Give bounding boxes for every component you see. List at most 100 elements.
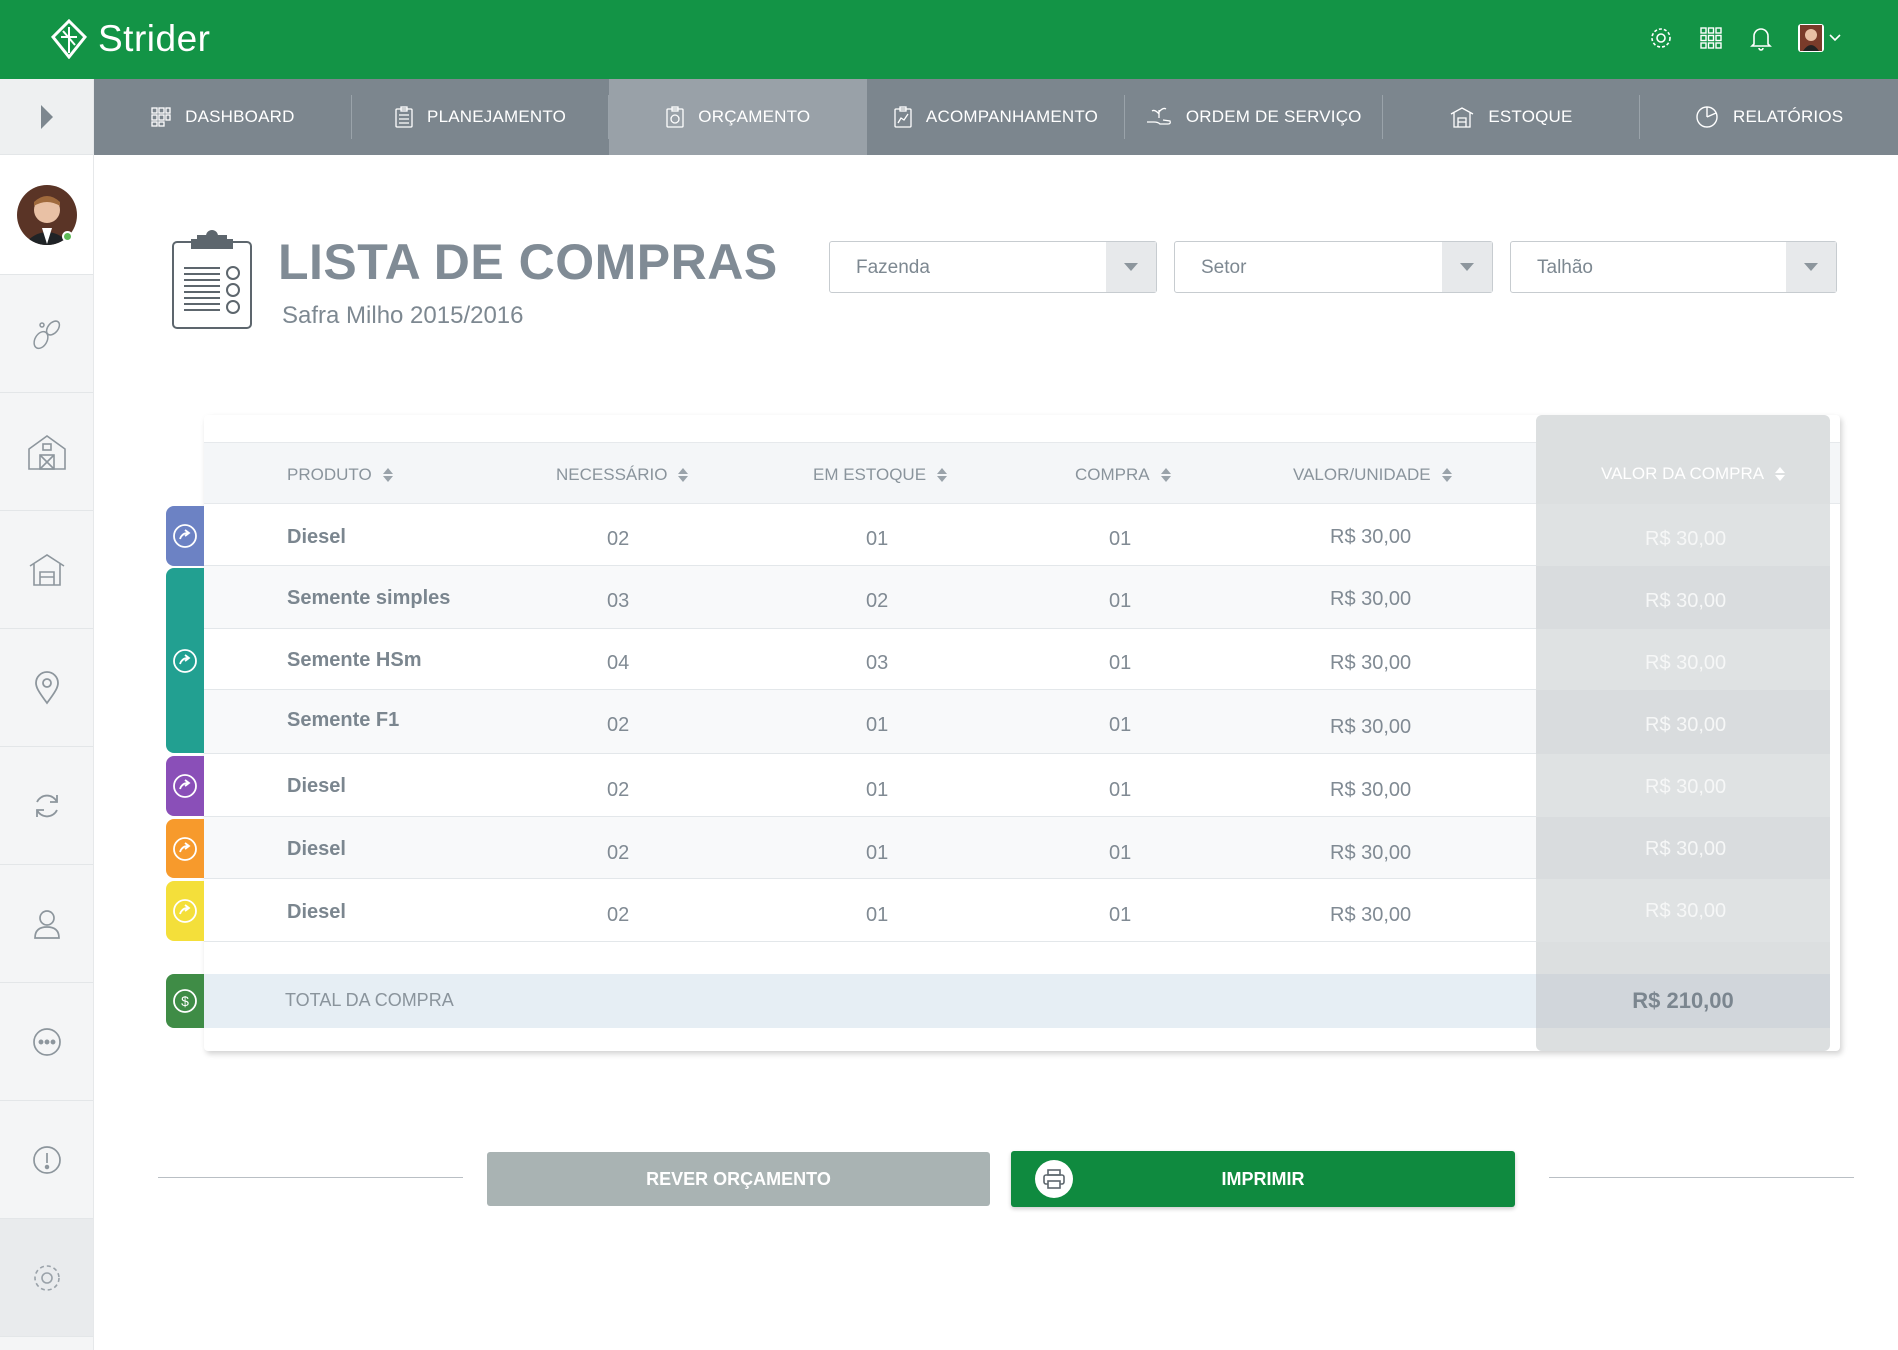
select-value: Talhão	[1537, 257, 1593, 278]
cell-valor-compra: R$ 30,00	[1645, 900, 1727, 922]
divider-left	[158, 1177, 463, 1178]
cell-valor-unidade: R$ 30,00	[1330, 716, 1412, 738]
tab-estoque[interactable]: ESTOQUE	[1383, 79, 1641, 155]
tab-label: ESTOQUE	[1488, 107, 1573, 126]
tab-orcamento[interactable]: ORÇAMENTO	[609, 79, 868, 155]
table-row[interactable]: Diesel 02 01 01 R$ 30,00	[204, 817, 1536, 879]
fazenda-select[interactable]: Fazenda	[829, 241, 1157, 293]
table-row[interactable]: Diesel 02 01 01 R$ 30,00	[204, 504, 1536, 566]
cell-estoque: 01	[866, 779, 889, 801]
total-tag: $	[166, 974, 204, 1028]
table-row[interactable]: Diesel 02 01 01 R$ 30,00	[204, 754, 1536, 817]
cell-produto: Semente F1	[287, 709, 400, 731]
tab-label: PLANEJAMENTO	[427, 107, 567, 126]
col-valor-compra[interactable]: VALOR DA COMPRA	[1601, 464, 1786, 484]
bell-icon[interactable]	[1748, 25, 1774, 51]
user-icon	[33, 909, 60, 939]
sidebar-item-user[interactable]	[0, 865, 93, 983]
tab-planejamento[interactable]: PLANEJAMENTO	[352, 79, 610, 155]
group-tag[interactable]	[166, 819, 204, 878]
info-icon	[32, 1145, 61, 1174]
tab-relatorios[interactable]: RELATÓRIOS	[1640, 79, 1898, 155]
sidebar-item-more[interactable]	[0, 983, 93, 1101]
group-tag[interactable]	[166, 506, 204, 566]
select-value: Setor	[1201, 257, 1247, 278]
chevron-right-icon	[40, 104, 53, 129]
sidebar	[0, 79, 94, 1350]
top-bar: Strider	[0, 0, 1898, 79]
clipboard-icon	[395, 106, 413, 128]
cell-valor-unidade: R$ 30,00	[1330, 779, 1412, 801]
cell-valor-unidade: R$ 30,00	[1330, 526, 1412, 548]
cell-estoque: 01	[866, 528, 889, 550]
tab-acompanhamento[interactable]: ACOMPANHAMENTO	[867, 79, 1125, 155]
brand-logo[interactable]: Strider	[50, 18, 210, 60]
group-tag[interactable]	[166, 881, 204, 941]
chart-clipboard-icon	[894, 106, 912, 128]
col-necessario[interactable]: NECESSÁRIO	[556, 465, 689, 485]
storage-icon	[29, 553, 64, 586]
sort-icon	[382, 468, 393, 482]
print-button[interactable]: IMPRIMIR	[1011, 1151, 1515, 1207]
sidebar-item-settings[interactable]	[0, 1219, 93, 1337]
review-budget-button[interactable]: REVER ORÇAMENTO	[487, 1152, 990, 1206]
user-avatar	[1798, 24, 1824, 52]
settings-icon[interactable]	[1648, 25, 1674, 51]
cell-produto: Diesel	[287, 838, 346, 860]
tab-label: ACOMPANHAMENTO	[925, 107, 1099, 126]
sidebar-item-location[interactable]	[0, 629, 93, 747]
col-produto[interactable]: PRODUTO	[287, 465, 394, 485]
pie-chart-icon	[1696, 106, 1718, 128]
col-em-estoque[interactable]: EM ESTOQUE	[813, 465, 948, 485]
col-label: EM ESTOQUE	[813, 465, 927, 484]
printer-icon	[1035, 1160, 1073, 1198]
sort-icon	[1160, 468, 1171, 482]
talhao-select[interactable]: Talhão	[1510, 241, 1837, 293]
expand-icon	[173, 899, 197, 923]
dashboard-icon	[151, 107, 171, 127]
sidebar-item-sync[interactable]	[0, 747, 93, 865]
sidebar-item-info[interactable]	[0, 1101, 93, 1219]
col-label: COMPRA	[1075, 465, 1150, 484]
cell-valor-unidade: R$ 30,00	[1330, 652, 1412, 674]
col-compra[interactable]: COMPRA	[1075, 465, 1172, 485]
cell-compra: 01	[1109, 842, 1132, 864]
col-label: VALOR DA COMPRA	[1601, 464, 1765, 483]
cell-necessario: 02	[607, 904, 630, 926]
cell-valor-compra: R$ 30,00	[1645, 714, 1727, 736]
tab-label: RELATÓRIOS	[1733, 107, 1844, 126]
cell-valor-unidade: R$ 30,00	[1330, 588, 1412, 610]
sidebar-item-seeds[interactable]	[0, 275, 93, 393]
tab-ordem-servico[interactable]: ORDEM DE SERVIÇO	[1125, 79, 1383, 155]
group-tag[interactable]	[166, 568, 204, 753]
sidebar-item-barn[interactable]	[0, 393, 93, 511]
cell-valor-unidade: R$ 30,00	[1330, 904, 1412, 926]
cell-produto: Diesel	[287, 901, 346, 923]
table-row[interactable]: Semente HSm 04 03 01 R$ 30,00	[204, 629, 1536, 690]
sidebar-user[interactable]	[0, 155, 93, 275]
table-row[interactable]: Semente simples 03 02 01 R$ 30,00	[204, 566, 1536, 629]
col-valor-unidade[interactable]: VALOR/UNIDADE	[1293, 465, 1453, 485]
print-label: IMPRIMIR	[1221, 1168, 1305, 1189]
table-row[interactable]: Diesel 02 01 01 R$ 30,00	[204, 879, 1536, 942]
cell-estoque: 03	[866, 652, 889, 674]
cell-necessario: 03	[607, 590, 630, 612]
apps-grid-icon[interactable]	[1698, 25, 1724, 51]
tab-label: ORÇAMENTO	[698, 107, 811, 126]
warehouse-icon	[1451, 107, 1474, 128]
group-tag[interactable]	[166, 756, 204, 816]
sidebar-item-storage[interactable]	[0, 511, 93, 629]
settings-icon	[33, 1264, 60, 1291]
page-subtitle: Safra Milho 2015/2016	[282, 302, 524, 329]
sort-icon	[678, 468, 689, 482]
setor-select[interactable]: Setor	[1174, 241, 1493, 293]
cell-valor-compra: R$ 30,00	[1645, 652, 1727, 674]
chevron-down-icon	[1786, 242, 1836, 292]
table-row[interactable]: Semente F1 02 01 01 R$ 30,00	[204, 690, 1536, 754]
tab-dashboard[interactable]: DASHBOARD	[94, 79, 352, 155]
cell-valor-compra: R$ 30,00	[1645, 528, 1727, 550]
sidebar-toggle[interactable]	[0, 79, 93, 155]
user-menu[interactable]	[1798, 24, 1842, 52]
sync-icon	[35, 794, 58, 817]
hand-plant-icon	[1146, 107, 1171, 125]
